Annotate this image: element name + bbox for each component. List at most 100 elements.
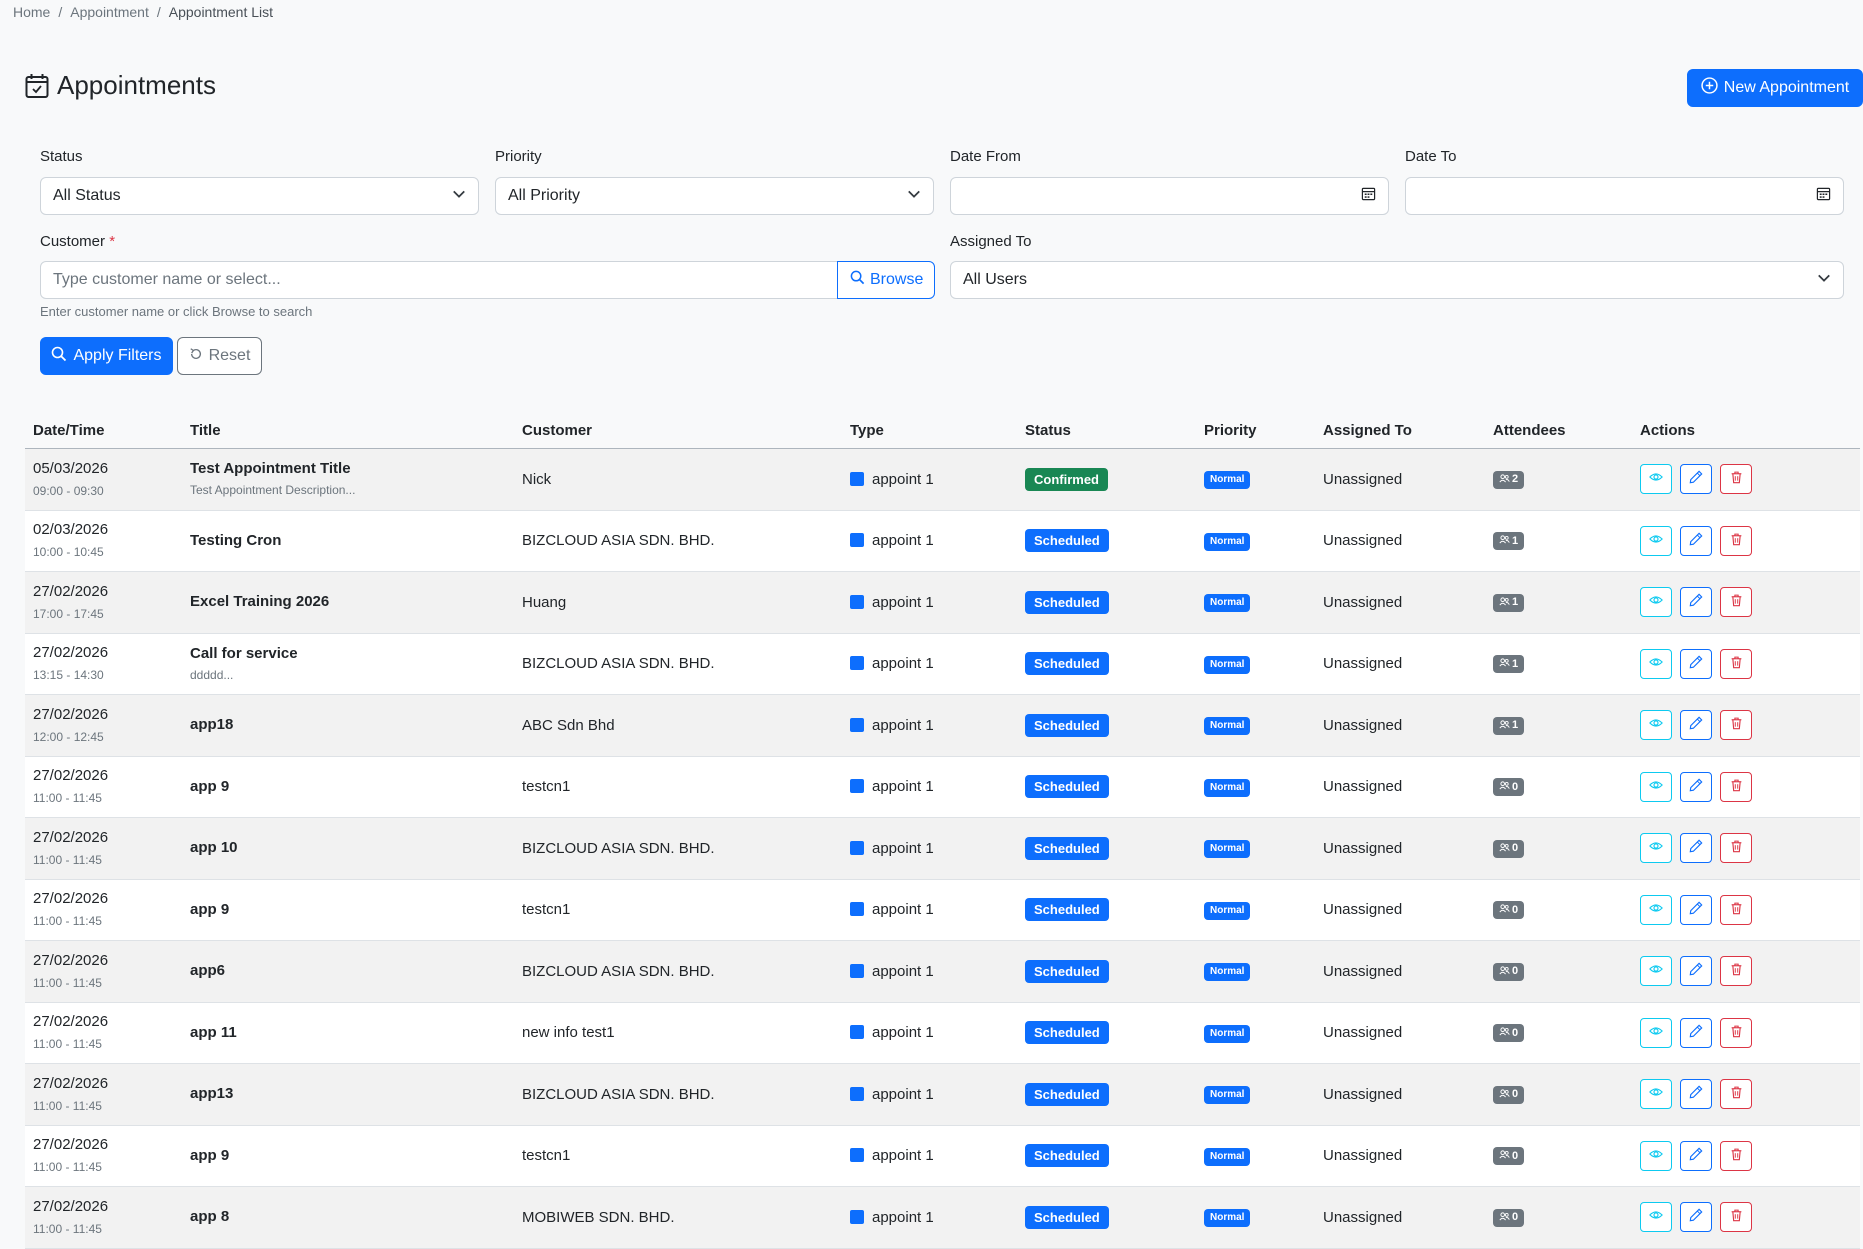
date-to-input[interactable]: [1405, 177, 1844, 215]
cell-actions: [1632, 879, 1860, 941]
table-row[interactable]: 27/02/2026 13:15 - 14:30 Call for service d…: [25, 633, 1860, 695]
cell-priority: Normal: [1196, 1063, 1315, 1126]
delete-button[interactable]: [1720, 771, 1752, 802]
apply-filters-button[interactable]: Apply Filters: [40, 337, 173, 375]
table-row[interactable]: 05/03/2026 09:00 - 09:30 Test Appointment …: [25, 448, 1860, 511]
edit-button[interactable]: [1680, 1017, 1712, 1048]
column-header[interactable]: Customer: [514, 412, 842, 449]
column-header[interactable]: Status: [1017, 412, 1196, 449]
people-icon: [1499, 843, 1510, 855]
cell-assigned: Unassigned: [1315, 510, 1485, 572]
appointment-title: app 11: [190, 1023, 237, 1041]
appointment-title: Call for service: [190, 644, 298, 662]
edit-button[interactable]: [1680, 771, 1712, 802]
delete-button[interactable]: [1720, 587, 1752, 618]
view-button[interactable]: [1640, 648, 1672, 679]
delete-button[interactable]: [1720, 710, 1752, 741]
status-select[interactable]: All Status: [40, 177, 479, 215]
edit-button[interactable]: [1680, 587, 1712, 618]
delete-button[interactable]: [1720, 1079, 1752, 1110]
delete-button[interactable]: [1720, 648, 1752, 679]
edit-button[interactable]: [1680, 648, 1712, 679]
view-button[interactable]: [1640, 587, 1672, 618]
status-badge: Scheduled: [1025, 775, 1109, 799]
calendar-icon[interactable]: [1361, 186, 1376, 206]
view-button[interactable]: [1640, 464, 1672, 495]
delete-button[interactable]: [1720, 1202, 1752, 1233]
edit-button[interactable]: [1680, 1202, 1712, 1233]
priority-badge: Normal: [1204, 840, 1251, 859]
view-button[interactable]: [1640, 525, 1672, 556]
reset-button[interactable]: Reset: [177, 337, 262, 375]
delete-button[interactable]: [1720, 525, 1752, 556]
attendees-count: 0: [1512, 1211, 1519, 1224]
table-row[interactable]: 27/02/2026 11:00 - 11:45 app 9 testcn1 appoi…: [25, 756, 1860, 818]
view-button[interactable]: [1640, 833, 1672, 864]
appointment-type: appoint 1: [872, 532, 934, 550]
edit-button[interactable]: [1680, 894, 1712, 925]
cell-status: Scheduled: [1017, 756, 1196, 818]
delete-button[interactable]: [1720, 1017, 1752, 1048]
table-row[interactable]: 27/02/2026 11:00 - 11:45 app 10 BIZCLOUD AS…: [25, 817, 1860, 880]
column-header[interactable]: Type: [842, 412, 1017, 449]
new-appointment-button[interactable]: New Appointment: [1687, 69, 1863, 107]
column-header[interactable]: Attendees: [1485, 412, 1632, 449]
edit-button[interactable]: [1680, 956, 1712, 987]
table-row[interactable]: 27/02/2026 11:00 - 11:45 app13 BIZCLOUD ASI…: [25, 1063, 1860, 1126]
edit-button[interactable]: [1680, 1079, 1712, 1110]
table-row[interactable]: 27/02/2026 11:00 - 11:45 app 8 MOBIWEB SDN.…: [25, 1186, 1860, 1249]
table-row[interactable]: 27/02/2026 11:00 - 11:45 app6 BIZCLOUD ASIA…: [25, 940, 1860, 1003]
delete-button[interactable]: [1720, 464, 1752, 495]
table-row[interactable]: 27/02/2026 12:00 - 12:45 app18 ABC Sdn Bhd a…: [25, 694, 1860, 757]
table-row[interactable]: 02/03/2026 10:00 - 10:45 Testing Cron BIZCL…: [25, 510, 1860, 572]
people-icon: [1499, 535, 1510, 547]
cell-title: app 9: [182, 879, 514, 941]
view-button[interactable]: [1640, 1017, 1672, 1048]
edit-button[interactable]: [1680, 525, 1712, 556]
cell-datetime: 02/03/2026 10:00 - 10:45: [25, 510, 182, 572]
edit-button[interactable]: [1680, 1140, 1712, 1171]
cell-datetime: 05/03/2026 09:00 - 09:30: [25, 448, 182, 511]
edit-button[interactable]: [1680, 833, 1712, 864]
appointment-date: 27/02/2026: [33, 890, 109, 908]
priority-badge: Normal: [1204, 1209, 1251, 1228]
priority-select[interactable]: All Priority: [495, 177, 934, 215]
browse-button[interactable]: Browse: [837, 261, 935, 299]
column-header[interactable]: Assigned To: [1315, 412, 1485, 449]
view-button[interactable]: [1640, 1079, 1672, 1110]
delete-button[interactable]: [1720, 833, 1752, 864]
edit-button[interactable]: [1680, 464, 1712, 495]
view-button[interactable]: [1640, 956, 1672, 987]
column-header[interactable]: Priority: [1196, 412, 1315, 449]
priority-badge: Normal: [1204, 471, 1251, 490]
cell-assigned: Unassigned: [1315, 1125, 1485, 1187]
breadcrumb-appointment[interactable]: Appointment: [70, 4, 149, 20]
customer-name: BIZCLOUD ASIA SDN. BHD.: [522, 1085, 715, 1103]
attendees-count: 0: [1512, 965, 1519, 978]
pencil-icon: [1689, 532, 1703, 550]
delete-button[interactable]: [1720, 894, 1752, 925]
assigned-to-select[interactable]: All Users: [950, 261, 1844, 299]
view-button[interactable]: [1640, 1202, 1672, 1233]
table-row[interactable]: 27/02/2026 17:00 - 17:45 Excel Training 20…: [25, 571, 1860, 634]
column-header[interactable]: Date/Time: [25, 412, 182, 449]
delete-button[interactable]: [1720, 1140, 1752, 1171]
view-button[interactable]: [1640, 710, 1672, 741]
table-row[interactable]: 27/02/2026 11:00 - 11:45 app 9 testcn1 appoi…: [25, 1125, 1860, 1187]
customer-input[interactable]: Type customer name or select...: [40, 261, 838, 299]
breadcrumb-home[interactable]: Home: [13, 4, 50, 20]
view-button[interactable]: [1640, 1140, 1672, 1171]
pencil-icon: [1689, 778, 1703, 796]
reset-label: Reset: [208, 347, 251, 364]
table-row[interactable]: 27/02/2026 11:00 - 11:45 app 11 new info te…: [25, 1002, 1860, 1064]
view-button[interactable]: [1640, 771, 1672, 802]
view-button[interactable]: [1640, 894, 1672, 925]
date-from-input[interactable]: [950, 177, 1389, 215]
table-row[interactable]: 27/02/2026 11:00 - 11:45 app 9 testcn1 appoi…: [25, 879, 1860, 941]
edit-button[interactable]: [1680, 710, 1712, 741]
delete-button[interactable]: [1720, 956, 1752, 987]
column-header[interactable]: Title: [182, 412, 514, 449]
appointment-date: 27/02/2026: [33, 767, 109, 785]
cell-attendees: 0: [1485, 756, 1632, 818]
calendar-icon[interactable]: [1816, 186, 1831, 206]
